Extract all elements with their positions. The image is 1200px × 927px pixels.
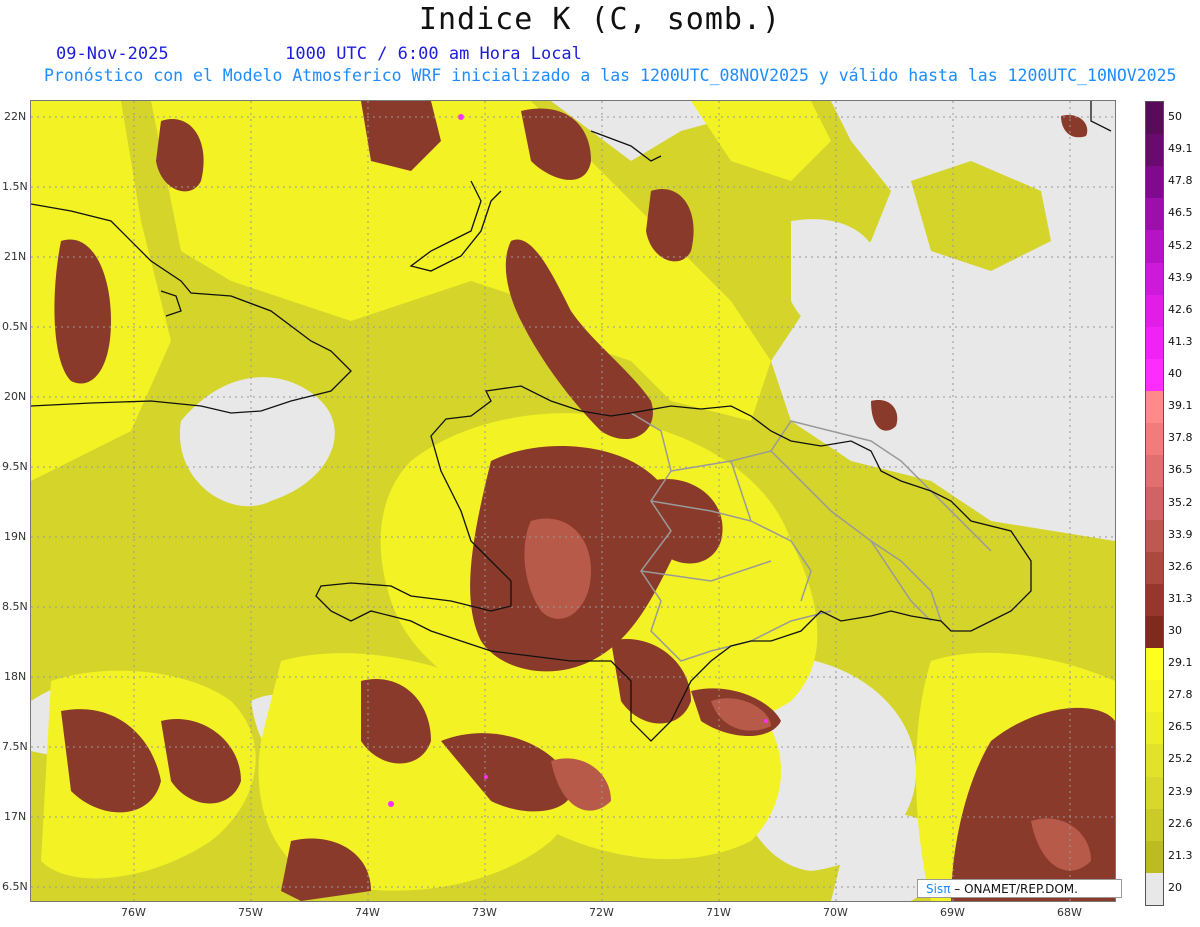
color-scale-label: 27.8 — [1168, 688, 1193, 702]
color-scale-bar — [1145, 101, 1164, 906]
color-scale-label: 35.2 — [1168, 495, 1193, 509]
color-scale-label: 33.9 — [1168, 527, 1193, 541]
color-scale-segment — [1146, 198, 1163, 231]
color-scale-segment — [1146, 551, 1163, 585]
color-scale-label: 41.3 — [1168, 334, 1193, 348]
lat-label: 21N — [4, 250, 27, 263]
sisp-logo-text: Sisπ — [926, 882, 951, 896]
color-scale-label: 20 — [1168, 880, 1182, 894]
color-scale-segment — [1146, 872, 1163, 906]
map-panel — [30, 100, 1116, 902]
color-scale-label: 37.8 — [1168, 431, 1193, 445]
lon-label: 73W — [472, 906, 497, 919]
lat-label: 22N — [4, 110, 27, 123]
color-scale-segment — [1146, 230, 1163, 264]
lat-label: 19N — [4, 530, 27, 543]
color-scale-label: 31.3 — [1168, 591, 1193, 605]
color-scale-segment — [1146, 262, 1163, 296]
color-scale-segment — [1146, 423, 1163, 456]
lat-label: 6.5N — [2, 880, 28, 893]
color-scale-label: 47.8 — [1168, 174, 1193, 188]
color-scale-segment — [1146, 680, 1163, 713]
color-scale-segment — [1146, 326, 1163, 360]
color-scale-segment — [1146, 840, 1163, 874]
color-scale-label: 40 — [1168, 367, 1182, 381]
lon-label: 70W — [823, 906, 848, 919]
organization-credit: – ONAMET/REP.DOM. — [954, 882, 1078, 896]
lon-label: 72W — [589, 906, 614, 919]
forecast-time: 1000 UTC / 6:00 am Hora Local — [285, 44, 582, 64]
forecast-datetime: 09-Nov-2025 1000 UTC / 6:00 am Hora Loca… — [56, 44, 582, 64]
credit-box: Sisπ – ONAMET/REP.DOM. — [917, 879, 1122, 898]
color-scale-label: 45.2 — [1168, 238, 1193, 252]
lat-label: 20N — [4, 390, 27, 403]
color-scale-label: 30 — [1168, 623, 1182, 637]
color-scale-segment — [1146, 583, 1163, 617]
color-scale-label: 46.5 — [1168, 206, 1193, 220]
color-scale-label: 49.1 — [1168, 142, 1193, 156]
color-scale-segment — [1146, 134, 1163, 167]
color-scale-label: 25.2 — [1168, 752, 1193, 766]
color-scale-label: 26.5 — [1168, 720, 1193, 734]
color-scale-label: 39.1 — [1168, 399, 1193, 413]
k-index-field — [31, 101, 1115, 901]
color-scale-label: 29.1 — [1168, 656, 1193, 670]
color-scale-segment — [1146, 648, 1163, 681]
lat-label: 7.5N — [2, 740, 28, 753]
lat-label: 9.5N — [2, 460, 28, 473]
color-scale-segment — [1146, 744, 1163, 777]
color-scale-label: 36.5 — [1168, 463, 1193, 477]
color-scale-label: 42.6 — [1168, 302, 1193, 316]
color-scale-label: 32.6 — [1168, 559, 1193, 573]
color-scale-segment — [1146, 519, 1163, 553]
map-title: Indice K (C, somb.) — [418, 2, 782, 37]
color-scale-label: 23.9 — [1168, 784, 1193, 798]
color-scale-segment — [1146, 358, 1163, 392]
forecast-validity: Pronóstico con el Modelo Atmosferico WRF… — [44, 66, 1177, 85]
lat-label: 8.5N — [2, 600, 28, 613]
lon-label: 69W — [940, 906, 965, 919]
color-scale-segment — [1146, 776, 1163, 810]
color-scale-label: 43.9 — [1168, 270, 1193, 284]
color-scale-segment — [1146, 615, 1163, 649]
color-scale-segment — [1146, 102, 1163, 135]
color-scale-segment — [1146, 294, 1163, 328]
forecast-date: 09-Nov-2025 — [56, 44, 169, 64]
lat-label: 17N — [4, 810, 27, 823]
color-scale-label: 22.6 — [1168, 816, 1193, 830]
lon-label: 74W — [355, 906, 380, 919]
lon-label: 68W — [1057, 906, 1082, 919]
lon-label: 71W — [706, 906, 731, 919]
color-scale-label: 21.3 — [1168, 848, 1193, 862]
lon-label: 75W — [238, 906, 263, 919]
color-scale-segment — [1146, 808, 1163, 842]
color-scale-segment — [1146, 487, 1163, 521]
color-scale-segment — [1146, 712, 1163, 745]
color-scale-segment — [1146, 391, 1163, 424]
lat-label: 0.5N — [2, 320, 28, 333]
lat-label: 1.5N — [2, 180, 28, 193]
color-scale-segment — [1146, 455, 1163, 488]
color-scale-label: 50 — [1168, 110, 1182, 124]
lat-label: 18N — [4, 670, 27, 683]
lon-label: 76W — [121, 906, 146, 919]
color-scale-segment — [1146, 166, 1163, 199]
